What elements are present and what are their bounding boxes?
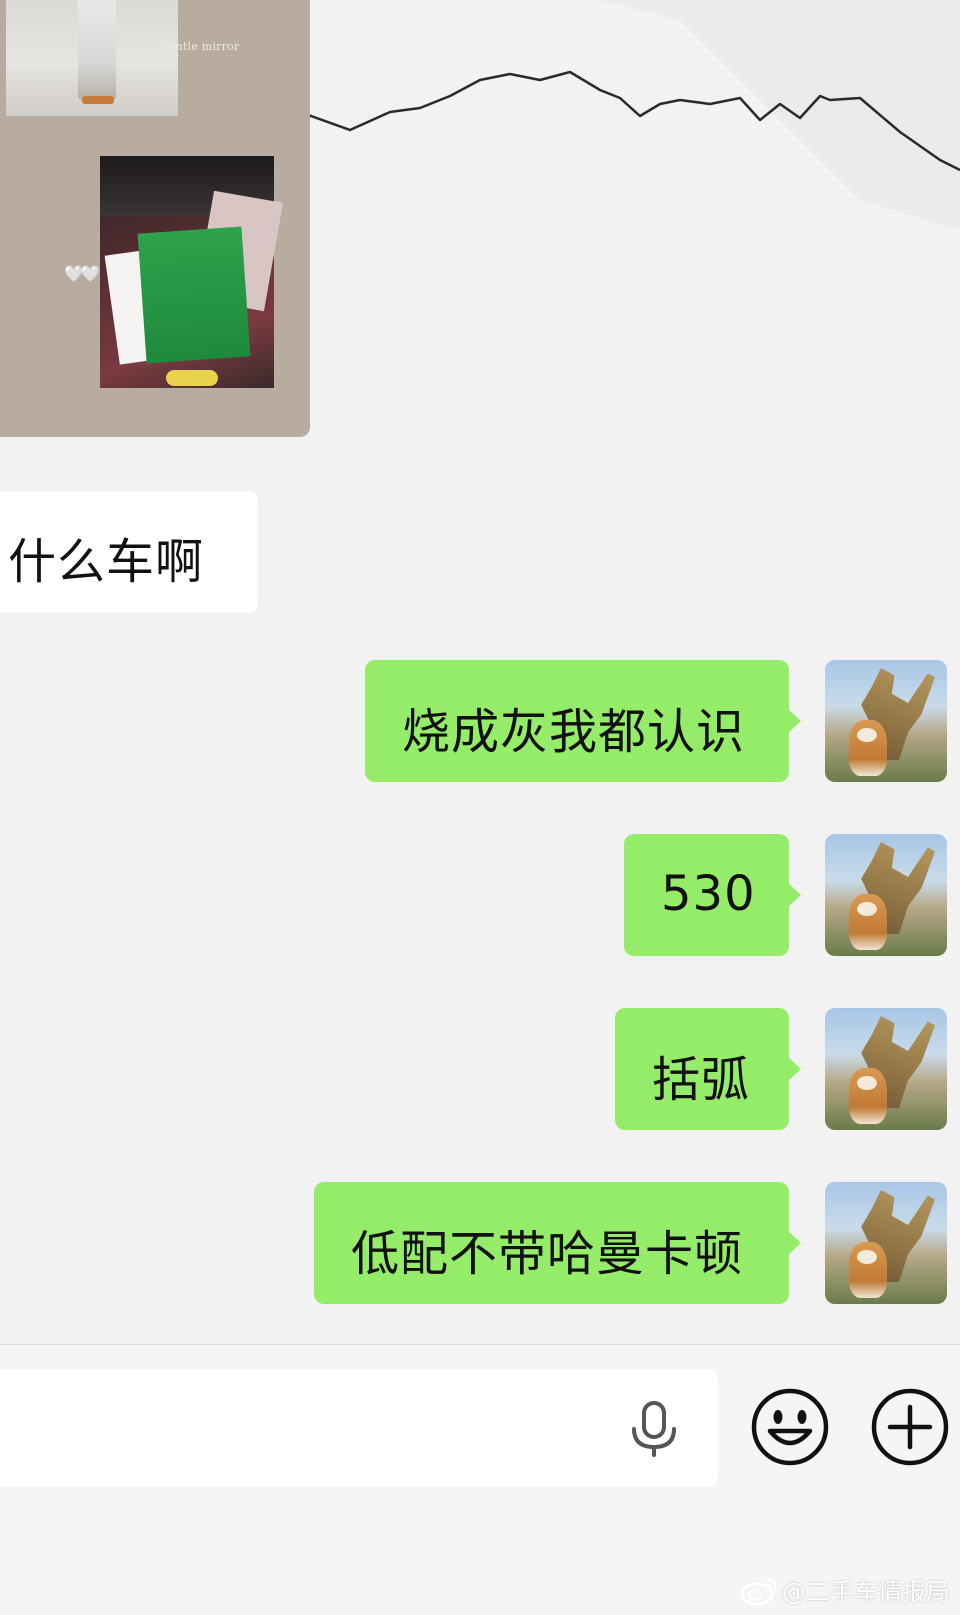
shiba-dog [849,1068,887,1124]
message-text: 括弧 [652,1052,751,1108]
car-shopping-bags-photo [100,156,284,388]
incoming-message-bubble[interactable]: 什么车啊 [0,491,258,613]
green-shopping-bag [137,226,251,364]
mountain-background-graphic [300,0,960,230]
mirror-selfie-photo [6,0,178,116]
message-input[interactable] [0,1369,718,1487]
avatar[interactable] [825,660,947,782]
message-text: 530 [661,866,756,922]
shiba-dog [849,894,887,950]
outgoing-message-bubble[interactable]: 低配不带哈曼卡顿 [314,1182,801,1304]
shiba-dog [849,1242,887,1298]
message-input-bar: @二手车情报局 [0,1344,960,1615]
plus-icon[interactable] [870,1387,950,1467]
yellow-item [166,370,218,386]
message-text: 烧成灰我都认识 [402,704,746,760]
outgoing-message-bubble[interactable]: 括弧 [615,1008,801,1130]
avatar[interactable] [825,1182,947,1304]
post-caption: Gentle mirror [160,40,240,53]
shared-image-message[interactable]: Gentle mirror 🤍🤍 [0,0,310,437]
outgoing-message: 530 [0,834,960,956]
watermark-text: @二手车情报局 [782,1578,950,1606]
outgoing-message: 低配不带哈曼卡顿 [0,1182,960,1304]
outgoing-message-bubble[interactable]: 烧成灰我都认识 [365,660,801,782]
message-text: 低配不带哈曼卡顿 [351,1226,744,1282]
shiba-dog [849,720,887,776]
avatar[interactable] [825,1008,947,1130]
heart-emoji: 🤍🤍 [64,264,101,283]
outgoing-message-bubble[interactable]: 530 [624,834,801,956]
person-figure [78,0,116,100]
outgoing-message: 烧成灰我都认识 [0,660,960,782]
weibo-watermark: @二手车情报局 [740,1572,950,1607]
microphone-icon[interactable] [628,1401,680,1457]
smiley-icon[interactable] [750,1387,830,1467]
avatar[interactable] [825,834,947,956]
shoes [82,96,114,104]
weibo-logo-icon [740,1577,777,1605]
chat-message-area: Gentle mirror 🤍🤍 什么车啊 烧成灰我都认识 530 括弧 低配不… [0,0,960,1344]
message-text: 什么车啊 [8,534,205,590]
outgoing-message: 括弧 [0,1008,960,1130]
